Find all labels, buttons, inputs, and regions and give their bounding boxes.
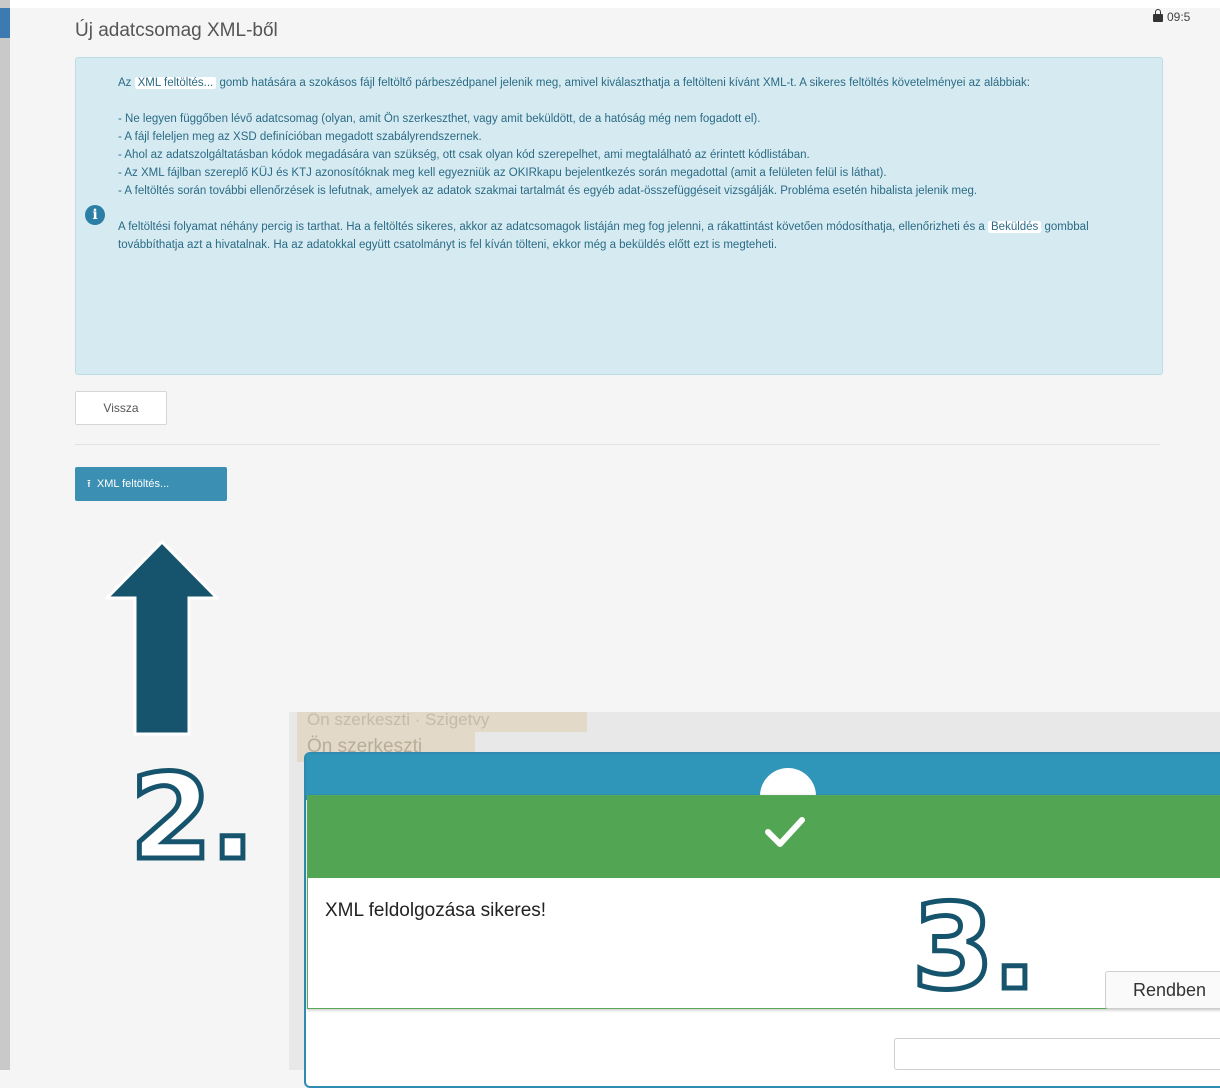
ok-button[interactable]: Rendben	[1105, 971, 1220, 1009]
info-paragraph-2: A feltöltési folyamat néhány percig is t…	[118, 221, 1089, 251]
requirement-2: - A fájl feleljen meg az XSD definícióba…	[118, 131, 482, 143]
success-dialog: XML feldolgozása sikeres! Rendben	[307, 795, 1220, 1009]
clock-text: 09:5	[1167, 10, 1191, 24]
info-text: Az XML feltöltés... gomb hatására a szok…	[118, 74, 1148, 254]
upload-icon: ⭱	[87, 478, 91, 490]
step-2-label: 2.	[128, 748, 258, 886]
back-button[interactable]: Vissza	[75, 391, 167, 425]
cancel-processing-button[interactable]	[894, 1038, 1220, 1070]
check-icon	[765, 817, 805, 847]
xml-upload-label: XML feltöltés...	[96, 478, 170, 490]
success-message: XML feldolgozása sikeres!	[325, 900, 547, 921]
info-paragraph-1: Az XML feltöltés... gomb hatására a szok…	[118, 77, 1031, 89]
page-title: Új adatcsomag XML-ből	[75, 20, 278, 41]
step-3-label: 3.	[910, 878, 1040, 1016]
lock-icon	[1153, 9, 1163, 22]
inline-button-ref: XML feltöltés...	[134, 77, 217, 89]
requirement-3: - Ahol az adatszolgáltatásban kódok mega…	[118, 149, 810, 161]
sidebar-accent	[0, 8, 10, 38]
requirement-1: - Ne legyen függőben lévő adatcsomag (ol…	[118, 113, 761, 125]
arrow-up-icon	[105, 540, 219, 736]
session-clock: 09:5	[1153, 9, 1191, 24]
divider	[75, 444, 1160, 445]
top-strip	[10, 0, 1220, 8]
info-dialog-header	[306, 754, 1220, 824]
background-tab: Ön szerkeszti · Szigetvy	[297, 712, 587, 732]
left-sidebar-strip	[0, 0, 10, 1070]
success-header	[308, 796, 1220, 878]
info-icon: i	[85, 205, 105, 225]
requirement-5: - A feltöltés során további ellenőrzések…	[118, 185, 978, 197]
inline-button-ref: Beküldés	[988, 221, 1042, 233]
xml-upload-button[interactable]: ⭱ XML feltöltés...	[75, 467, 227, 501]
requirement-4: - Az XML fájlban szereplő KÜJ és KTJ azo…	[118, 167, 887, 179]
info-panel: i Az XML feltöltés... gomb hatására a sz…	[75, 57, 1163, 375]
